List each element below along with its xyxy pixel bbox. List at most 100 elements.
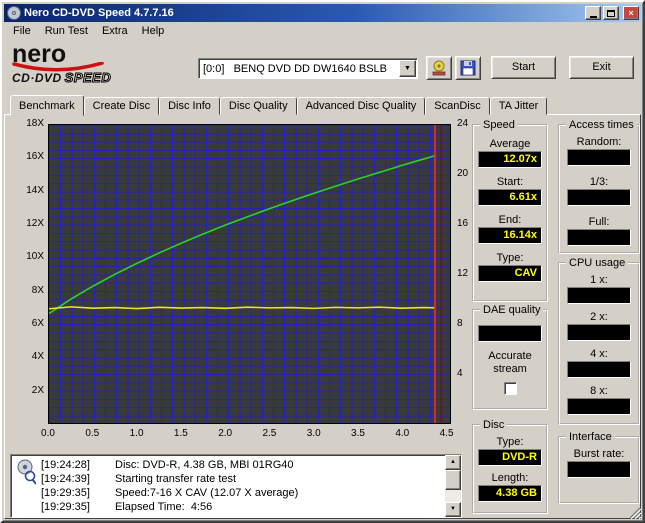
access-times-panel-title: Access times [566, 118, 637, 132]
log-line: [19:24:39] Starting transfer rate test [41, 472, 441, 486]
speed-average-label: Average [489, 138, 531, 150]
close-button[interactable]: × [623, 6, 639, 20]
x-axis-tick: 1.5 [173, 428, 188, 439]
series-rotation-speed [49, 306, 435, 310]
menu-run-test[interactable]: Run Test [38, 23, 95, 39]
disc-length-value: 4.38 GB [478, 485, 542, 502]
tab-advanced-disc-quality[interactable]: Advanced Disc Quality [296, 97, 426, 115]
scrollbar-thumb[interactable] [445, 470, 461, 490]
window-controls: × [585, 6, 639, 20]
start-button[interactable]: Start [491, 56, 556, 79]
drive-selector-value: [0:0] BENQ DVD DD DW1640 BSLB [203, 62, 388, 75]
tab-benchmark[interactable]: Benchmark [10, 95, 84, 116]
log-timestamp: [19:24:39] [41, 473, 90, 485]
tab-create-disc[interactable]: Create Disc [83, 97, 160, 115]
disc-type-value: DVD-R [478, 449, 542, 466]
maximize-button[interactable] [603, 6, 619, 20]
disc-length-label: Length: [491, 472, 529, 484]
tab-scandisc[interactable]: ScanDisc [425, 97, 490, 115]
cpu-usage-panel: CPU usage 1 x: 2 x: 4 x: 8 x: [558, 256, 640, 425]
y-axis-left-tick: 4X [31, 351, 44, 363]
speed-end-label: End: [498, 214, 522, 226]
access-full-value [567, 229, 631, 246]
x-axis-tick: 3.5 [351, 428, 365, 439]
disc-type-label: Type: [496, 436, 524, 448]
access-random-value [567, 149, 631, 166]
cpu-4x-value [567, 361, 631, 378]
cpu-2x-value [567, 324, 631, 341]
cpu-1x-value [567, 287, 631, 304]
log-scrollbar[interactable]: ▲ ▼ [445, 455, 461, 517]
y-axis-left-tick: 16X [26, 151, 44, 163]
speed-average-value: 12.07x [478, 151, 542, 168]
minimize-button[interactable] [585, 6, 601, 20]
scroll-down-icon[interactable]: ▼ [445, 502, 461, 517]
y-axis-left-tick: 10X [26, 251, 44, 263]
app-disc-icon [7, 6, 21, 20]
menu-file[interactable]: File [6, 23, 38, 39]
accurate-stream-label: Accurate stream [488, 350, 532, 375]
log-timestamp: [19:29:35] [41, 501, 90, 513]
menu-help[interactable]: Help [135, 23, 172, 39]
menu-extra[interactable]: Extra [95, 23, 135, 39]
log-text: Elapsed Time: 4:56 [115, 501, 213, 513]
chevron-down-icon[interactable]: ▼ [399, 60, 416, 77]
save-button[interactable] [455, 56, 481, 80]
access-random-label: Random: [576, 136, 622, 148]
floppy-save-icon [460, 60, 476, 76]
log-line: [19:29:35] Elapsed Time: 4:56 [41, 500, 441, 514]
cpu-4x-label: 4 x: [590, 348, 608, 360]
x-axis-tick: 4.0 [395, 428, 410, 439]
tab-disc-quality[interactable]: Disc Quality [219, 97, 297, 115]
tab-ta-jitter[interactable]: TA Jitter [489, 97, 548, 115]
menu-bar: File Run Test Extra Help [4, 22, 641, 40]
exit-button[interactable]: Exit [569, 56, 634, 79]
speed-panel: Speed Average 12.07x Start: 6.61x End: 1… [472, 118, 548, 302]
x-axis-tick: 3.0 [306, 428, 321, 439]
cpu-8x-value [567, 398, 631, 415]
access-full-label: Full: [588, 216, 610, 228]
log-timestamp: [19:29:35] [41, 487, 90, 499]
log-lines: [19:24:28] Disc: DVD-R, 4.38 GB, MBI 01R… [41, 458, 441, 514]
cpu-8x-label: 8 x: [590, 385, 608, 397]
speed-type-value: CAV [478, 265, 542, 282]
log-line: [19:24:28] Disc: DVD-R, 4.38 GB, MBI 01R… [41, 458, 441, 472]
accurate-stream-checkbox[interactable] [503, 382, 517, 395]
titlebar[interactable]: Nero CD-DVD Speed 4.7.7.16 × [4, 4, 641, 22]
nero-swoosh-icon [12, 62, 104, 72]
access-times-panel: Access times Random: 1/3: Full: [558, 118, 640, 254]
cpu-1x-label: 1 x: [590, 274, 608, 286]
speed-panel-title: Speed [480, 118, 518, 132]
speed-end-value: 16.14x [478, 227, 542, 244]
dae-quality-panel-title: DAE quality [480, 303, 544, 317]
log-text: Disc: DVD-R, 4.38 GB, MBI 01RG40 [115, 459, 294, 471]
log-text: Starting transfer rate test [115, 473, 237, 485]
chart-plot-area [48, 124, 451, 424]
tab-strip: Benchmark Create Disc Disc Info Disc Qua… [10, 94, 548, 116]
minimize-icon [589, 15, 597, 18]
x-axis-tick: 0.0 [41, 428, 55, 439]
scroll-up-icon[interactable]: ▲ [445, 455, 461, 470]
interface-panel: Interface Burst rate: [558, 430, 640, 504]
series-read-speed [49, 155, 436, 315]
x-axis-tick: 4.5 [439, 428, 454, 439]
y-axis-left-tick: 12X [26, 218, 44, 229]
tab-disc-info[interactable]: Disc Info [159, 97, 220, 115]
resize-grip[interactable] [627, 505, 641, 519]
x-axis-tick: 1.0 [129, 428, 144, 439]
x-axis-tick: 2.0 [218, 428, 233, 439]
y-axis-left-tick: 2X [31, 384, 44, 396]
eject-button[interactable] [426, 56, 452, 80]
cpu-usage-panel-title: CPU usage [566, 256, 629, 270]
dae-quality-value [478, 325, 542, 342]
y-axis-left-tick: 6X [31, 318, 44, 329]
log-line: [19:29:35] Speed:7-16 X CAV (12.07 X ave… [41, 486, 441, 500]
burst-rate-value [567, 461, 631, 478]
y-axis-left-tick: 8X [31, 284, 44, 296]
disc-panel-title: Disc [480, 418, 508, 432]
log-disc-icon [17, 459, 36, 485]
speed-type-label: Type: [496, 252, 524, 264]
close-icon: × [628, 8, 634, 18]
drive-selector[interactable]: [0:0] BENQ DVD DD DW1640 BSLB ▼ [198, 58, 418, 79]
access-third-value [567, 189, 631, 206]
